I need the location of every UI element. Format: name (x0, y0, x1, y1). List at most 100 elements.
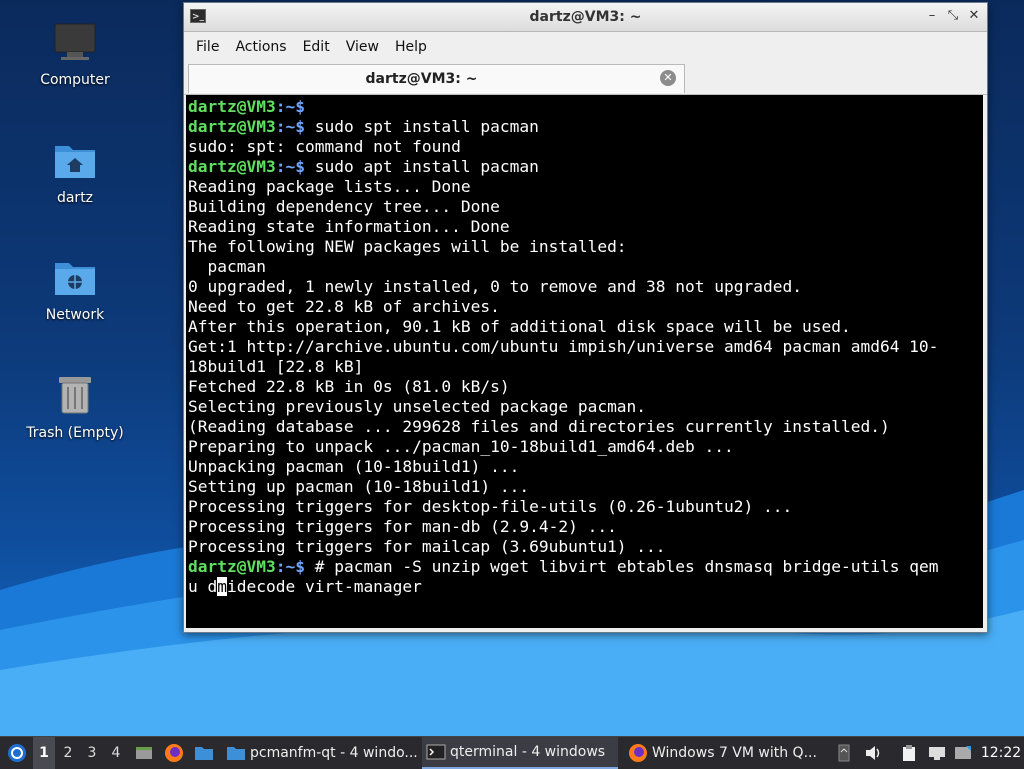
terminal-output-line: Preparing to unpack .../pacman_10-18buil… (188, 437, 981, 457)
output-text: Get:1 http://archive.ubuntu.com/ubuntu i… (188, 337, 939, 356)
terminal-input-line: u dmidecode virt-manager (188, 577, 981, 597)
terminal-prompt-line: dartz@VM3:~$ sudo spt install pacman (188, 117, 981, 137)
volume-icon (866, 746, 880, 760)
desktop-icon-home-folder[interactable]: dartz (20, 140, 130, 206)
computer-icon (54, 23, 96, 60)
workspace-2[interactable]: 2 (57, 737, 79, 769)
tab-close-icon[interactable]: ✕ (660, 70, 676, 86)
network-icon (929, 747, 945, 760)
minimize-button[interactable]: – (923, 7, 941, 25)
desktop-icon-label: Computer (40, 72, 110, 88)
terminal-output-line: Reading package lists... Done (188, 177, 981, 197)
workspace-3[interactable]: 3 (81, 737, 103, 769)
tray-scroll-indicator[interactable] (836, 737, 852, 769)
show-desktop-button[interactable] (132, 737, 156, 769)
terminal-prompt-line: dartz@VM3:~$ (188, 97, 981, 117)
window-titlebar[interactable]: >_ dartz@VM3: ~ – ⤡ ✕ (184, 3, 987, 32)
task-firefox[interactable]: Windows 7 VM with Q... (624, 737, 820, 769)
prompt-path: :~$ (275, 117, 305, 136)
prompt-path: :~$ (275, 557, 305, 576)
output-text: 0 upgraded, 1 newly installed, 0 to remo… (188, 277, 802, 296)
folder-icon (195, 747, 213, 760)
output-text: Selecting previously unselected package … (188, 397, 647, 416)
task-pcmanfm[interactable]: pcmanfm-qt - 4 windo... (222, 737, 418, 769)
desktop-icon-computer[interactable]: Computer (20, 22, 130, 88)
terminal-output-line: Fetched 22.8 kB in 0s (81.0 kB/s) (188, 377, 981, 397)
task-label: Windows 7 VM with Q... (652, 745, 817, 761)
menu-view[interactable]: View (338, 35, 387, 59)
task-label: qterminal - 4 windows (450, 744, 606, 760)
firefox-launcher[interactable] (162, 737, 186, 769)
prompt-command: sudo spt install pacman (304, 117, 539, 136)
file-manager-launcher[interactable] (192, 737, 216, 769)
folder-icon (227, 747, 245, 760)
terminal-window: >_ dartz@VM3: ~ – ⤡ ✕ File Actions Edit … (183, 2, 988, 633)
terminal-output-line: 0 upgraded, 1 newly installed, 0 to remo… (188, 277, 981, 297)
output-text: Unpacking pacman (10-18build1) ... (188, 457, 520, 476)
output-text: Processing triggers for man-db (2.9.4-2)… (188, 517, 617, 536)
output-text: Reading state information... Done (188, 217, 510, 236)
taskbar: 1 2 3 4 pcmanfm-qt - 4 windo... qtermina… (0, 736, 1024, 769)
terminal-prompt-line: dartz@VM3:~$ # pacman -S unzip wget libv… (188, 557, 981, 577)
terminal-output-line: Need to get 22.8 kB of archives. (188, 297, 981, 317)
terminal-output-line: Processing triggers for mailcap (3.69ubu… (188, 537, 981, 557)
terminal-output[interactable]: dartz@VM3:~$ dartz@VM3:~$ sudo spt instal… (186, 95, 983, 628)
tab-bar: dartz@VM3: ~ ✕ (184, 62, 987, 95)
terminal-icon (426, 744, 446, 760)
workspace-4[interactable]: 4 (105, 737, 127, 769)
desktop-icon-trash[interactable]: Trash (Empty) (20, 373, 130, 441)
clipboard-icon (903, 745, 915, 761)
updates-icon (955, 746, 971, 759)
menu-help[interactable]: Help (387, 35, 435, 59)
prompt-path: :~$ (275, 157, 305, 176)
firefox-icon (629, 744, 647, 762)
terminal-output-line: sudo: spt: command not found (188, 137, 981, 157)
network-folder-icon (55, 263, 95, 295)
terminal-output-line: Processing triggers for desktop-file-uti… (188, 497, 981, 517)
prompt-user: dartz@VM3 (188, 557, 276, 576)
task-label: pcmanfm-qt - 4 windo... (250, 745, 418, 761)
prompt-user: dartz@VM3 (188, 157, 276, 176)
desktop-icon-label: dartz (56, 190, 94, 206)
output-text: (Reading database ... 299628 files and d… (188, 417, 890, 436)
output-text: Preparing to unpack .../pacman_10-18buil… (188, 437, 734, 456)
terminal-output-line: Processing triggers for man-db (2.9.4-2)… (188, 517, 981, 537)
terminal-output-line: Selecting previously unselected package … (188, 397, 981, 417)
tab-terminal[interactable]: dartz@VM3: ~ ✕ (188, 64, 685, 93)
output-text: After this operation, 90.1 kB of additio… (188, 317, 851, 336)
clock[interactable]: 12:22 (980, 737, 1022, 769)
terminal-output-line: The following NEW packages will be insta… (188, 237, 981, 257)
prompt-user: dartz@VM3 (188, 97, 276, 116)
output-text: Fetched 22.8 kB in 0s (81.0 kB/s) (188, 377, 510, 396)
menu-file[interactable]: File (188, 35, 227, 59)
prompt-command: sudo apt install pacman (304, 157, 539, 176)
output-text: Need to get 22.8 kB of archives. (188, 297, 500, 316)
terminal-output-line: Reading state information... Done (188, 217, 981, 237)
output-text: Processing triggers for desktop-file-uti… (188, 497, 793, 516)
start-menu-button[interactable] (4, 737, 30, 769)
terminal-output-line: Get:1 http://archive.ubuntu.com/ubuntu i… (188, 337, 981, 357)
output-text: Building dependency tree... Done (188, 197, 500, 216)
terminal-output-line: Unpacking pacman (10-18build1) ... (188, 457, 981, 477)
menu-actions[interactable]: Actions (227, 35, 294, 59)
window-title: dartz@VM3: ~ (529, 9, 642, 25)
output-text: pacman (188, 257, 266, 276)
clipboard-button[interactable] (898, 737, 920, 769)
output-text: Reading package lists... Done (188, 177, 471, 196)
input-text: idecode virt-manager (227, 577, 422, 596)
volume-button[interactable] (862, 737, 884, 769)
terminal-output-line: Setting up pacman (10-18build1) ... (188, 477, 981, 497)
terminal-output-line: 18build1 [22.8 kB] (188, 357, 981, 377)
updates-button[interactable] (952, 737, 974, 769)
close-button[interactable]: ✕ (965, 7, 983, 25)
terminal-output-line: Building dependency tree... Done (188, 197, 981, 217)
desktop-icon-network[interactable]: Network (20, 257, 130, 323)
output-text: sudo: spt: command not found (188, 137, 461, 156)
tab-label: dartz@VM3: ~ (365, 71, 478, 87)
task-qterminal[interactable]: qterminal - 4 windows (422, 737, 618, 769)
restore-button[interactable]: ⤡ (944, 7, 962, 25)
network-button[interactable] (926, 737, 948, 769)
workspace-1[interactable]: 1 (33, 737, 55, 769)
terminal-output-line: After this operation, 90.1 kB of additio… (188, 317, 981, 337)
menu-edit[interactable]: Edit (295, 35, 338, 59)
